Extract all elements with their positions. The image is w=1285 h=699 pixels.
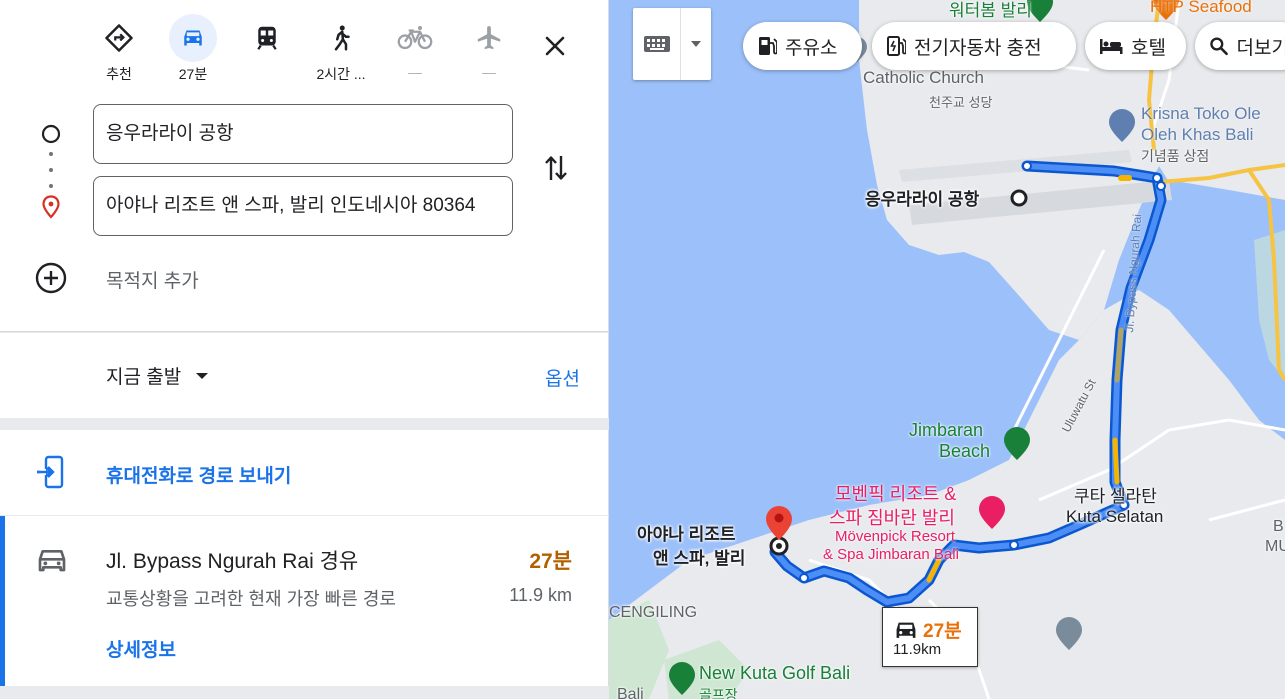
map-label-bali-bottom: Bali xyxy=(617,686,644,699)
map-label-krisna-2[interactable]: Oleh Khas Bali xyxy=(1141,125,1253,145)
add-circle-icon xyxy=(35,262,67,294)
options-button[interactable]: 옵션 xyxy=(545,364,580,391)
keyboard-icon xyxy=(643,36,670,52)
dropdown-arrow-icon xyxy=(196,372,209,379)
map-label-golf-ko: 골프장 xyxy=(699,687,738,699)
close-directions-button[interactable] xyxy=(533,24,577,68)
selected-route-accent xyxy=(0,516,5,687)
maps-app: 추천 27분 2시간 ... — — 응우라라이 공항 아야나 리조트 앤 스파… xyxy=(0,0,1285,699)
map-label-cengiling: CENGILING xyxy=(609,604,698,621)
keyboard-button[interactable] xyxy=(633,8,681,80)
car-icon xyxy=(896,622,916,638)
mode-transit[interactable] xyxy=(230,12,304,88)
route-duration: 27분 xyxy=(529,550,572,573)
map-label-movenpick-en-1[interactable]: Mövenpick Resort xyxy=(835,528,955,545)
input-tools-control xyxy=(633,8,711,80)
add-destination-button[interactable]: 목적지 추가 xyxy=(34,258,199,298)
map-label-waterbom[interactable]: 워터봄 발리 xyxy=(949,0,1032,21)
route-description: 교통상황을 고려한 현재 가장 빠른 경로 xyxy=(106,589,396,609)
chip-hotel[interactable]: 호텔 xyxy=(1085,22,1186,70)
destination-pin-icon xyxy=(38,194,64,220)
mode-walk[interactable]: 2시간 ... xyxy=(304,12,378,88)
chip-more[interactable]: 더보기 xyxy=(1195,22,1285,70)
map-label-kuta-selatan-ko: 쿠타 셀라탄 xyxy=(1074,487,1157,506)
close-icon xyxy=(545,36,565,56)
origin-input[interactable]: 응우라라이 공항 xyxy=(93,104,513,164)
map-label-catholic-church[interactable]: Catholic Church xyxy=(863,68,984,88)
chip-more-label: 더보기 xyxy=(1236,37,1285,59)
section-divider-bottom xyxy=(0,686,609,699)
map-label-krisna-ko: 기념품 상점 xyxy=(1141,148,1210,164)
chip-ev-charging[interactable]: 전기자동차 충전 xyxy=(872,22,1076,70)
mode-car-label: 27분 xyxy=(178,66,208,82)
map-label-kuta-selatan: Kuta Selatan xyxy=(1066,507,1164,526)
waypoint-dots xyxy=(49,152,53,188)
travel-mode-bar: 추천 27분 2시간 ... — — xyxy=(82,12,526,92)
map-label-edge-mu: MU xyxy=(1265,538,1285,555)
train-icon xyxy=(257,26,277,50)
header-shadow xyxy=(0,331,609,333)
mode-recommended[interactable]: 추천 xyxy=(82,12,156,88)
map-label-jimbaran-beach-1[interactable]: Jimbaran xyxy=(909,420,983,441)
section-divider xyxy=(0,418,609,430)
map-canvas[interactable]: 워터봄 발리 HTP Seafood Catholic Church 천주교 성… xyxy=(609,0,1285,699)
directions-icon xyxy=(105,24,133,52)
map-label-htp-seafood[interactable]: HTP Seafood xyxy=(1150,0,1252,17)
map-label-movenpick-en-2[interactable]: & Spa Jimbaran Bali xyxy=(823,546,959,563)
depart-time-label: 지금 출발 xyxy=(106,367,182,388)
send-to-phone-button[interactable]: 휴대전화로 경로 보내기 xyxy=(0,431,609,515)
chip-ev-charging-label: 전기자동차 충전 xyxy=(914,37,1042,59)
destination-input[interactable]: 아야나 리조트 앤 스파, 발리 인도네시아 80364 xyxy=(93,176,513,236)
mode-bike[interactable]: — xyxy=(378,12,452,88)
plane-icon xyxy=(477,26,501,50)
chip-gas-station-label: 주유소 xyxy=(785,37,838,59)
mode-bike-label: — xyxy=(408,64,422,80)
route-title: Jl. Bypass Ngurah Rai 경유 xyxy=(106,550,359,573)
map-label-catholic-church-ko: 천주교 성당 xyxy=(929,95,993,110)
chip-gas-station[interactable]: 주유소 xyxy=(743,22,862,70)
directions-panel: 추천 27분 2시간 ... — — 응우라라이 공항 아야나 리조트 앤 스파… xyxy=(0,0,609,699)
send-to-phone-icon xyxy=(37,455,64,489)
hotel-icon xyxy=(1100,39,1123,54)
route-distance: 11.9 km xyxy=(509,585,572,605)
input-tools-dropdown[interactable] xyxy=(681,8,711,80)
dropdown-arrow-icon xyxy=(691,41,701,47)
car-icon xyxy=(38,550,66,572)
map-label-movenpick-ko-2[interactable]: 스파 짐바란 발리 xyxy=(829,504,955,530)
walk-icon xyxy=(334,25,350,51)
map-label-airport[interactable]: 응우라라이 공항 xyxy=(865,185,979,210)
map-label-krisna-1[interactable]: Krisna Toko Ole xyxy=(1141,104,1261,124)
bike-icon xyxy=(397,26,433,50)
map-label-jimbaran-beach-2[interactable]: Beach xyxy=(939,441,990,462)
mode-flight-label: — xyxy=(482,64,496,80)
route-callout[interactable]: 27분 11.9km xyxy=(882,607,978,667)
route-option-card[interactable]: Jl. Bypass Ngurah Rai 경유 27분 교통상황을 고려한 현… xyxy=(0,515,609,687)
callout-duration: 27분 xyxy=(923,621,962,642)
send-to-phone-label: 휴대전화로 경로 보내기 xyxy=(106,466,292,487)
map-label-golf[interactable]: New Kuta Golf Bali xyxy=(699,663,850,684)
gas-station-icon xyxy=(759,37,777,55)
swap-waypoints-button[interactable] xyxy=(536,146,576,190)
search-icon xyxy=(1210,37,1228,56)
add-destination-label: 목적지 추가 xyxy=(106,271,199,292)
map-label-ayana-1[interactable]: 아야나 리조트 xyxy=(637,520,736,545)
ev-charging-icon xyxy=(887,36,906,56)
mode-car[interactable]: 27분 xyxy=(156,12,230,88)
mode-walk-label: 2시간 ... xyxy=(316,66,366,82)
mode-recommended-label: 추천 xyxy=(106,66,132,82)
origin-circle-icon xyxy=(38,121,64,147)
route-details-link[interactable]: 상세정보 xyxy=(106,635,176,662)
callout-distance: 11.9km xyxy=(893,641,942,658)
car-icon xyxy=(184,30,202,46)
chip-hotel-label: 호텔 xyxy=(1131,37,1166,59)
swap-icon xyxy=(545,156,567,180)
map-label-ayana-2[interactable]: 앤 스파, 발리 xyxy=(653,544,745,569)
mode-flight[interactable]: — xyxy=(452,12,526,88)
map-label-edge-b: B xyxy=(1273,518,1284,535)
map-label-movenpick-ko-1[interactable]: 모벤픽 리조트 & xyxy=(835,480,956,506)
depart-time-dropdown[interactable]: 지금 출발 xyxy=(106,362,217,389)
